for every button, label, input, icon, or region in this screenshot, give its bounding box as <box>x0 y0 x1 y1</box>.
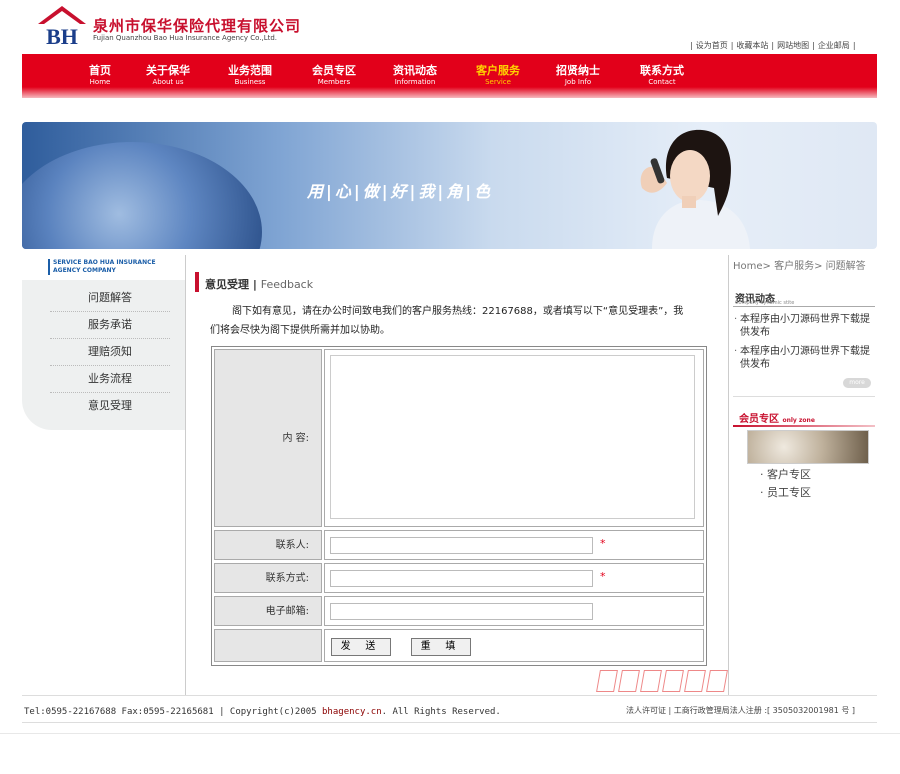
contact-field: * <box>324 530 704 560</box>
member-zone-image <box>747 430 869 464</box>
phone-row: 联系方式: * <box>212 563 706 593</box>
company-name-cn: 泉州市保华保险代理有限公司 <box>93 17 302 35</box>
email-input[interactable] <box>330 603 593 620</box>
contact-input[interactable] <box>330 537 593 554</box>
decorative-boxes <box>596 670 730 696</box>
column-divider-right <box>728 255 729 695</box>
section-title: 意见受理 | Feedback <box>205 278 314 291</box>
submit-button[interactable]: 发 送 <box>331 638 391 656</box>
company-name-en: Fujian Quanzhou Bao Hua Insurance Agency… <box>93 34 278 42</box>
content-field <box>324 349 704 527</box>
news-item[interactable]: 本程序由小刀源码世界下载提供发布 <box>734 345 872 371</box>
buttons-row: 发 送 重 填 <box>212 629 706 662</box>
nav-business[interactable]: 业务范围 Business <box>215 62 285 86</box>
phone-input[interactable] <box>330 570 593 587</box>
member-zone-divider <box>733 425 875 427</box>
news-divider <box>733 306 875 307</box>
buttons-label-cell <box>214 629 322 662</box>
content-textarea[interactable] <box>330 355 695 519</box>
staff-zone-link[interactable]: · 员工专区 <box>760 484 811 500</box>
nav-about[interactable]: 关于保华 About us <box>133 62 203 86</box>
hero-banner: 用|心|做|好|我|角|色 <box>22 122 877 249</box>
customer-service-woman-image <box>640 129 750 249</box>
customer-zone-link[interactable]: · 客户专区 <box>760 466 811 482</box>
nav-members[interactable]: 会员专区 Members <box>299 62 369 86</box>
main-nav: 首页 Home 关于保华 About us 业务范围 Business 会员专区 Mem… <box>22 54 877 98</box>
content-label: 内 容: <box>214 349 322 527</box>
nav-information[interactable]: 资讯动态 Information <box>380 62 450 86</box>
email-label: 电子邮箱: <box>214 596 322 626</box>
right-divider <box>733 396 875 397</box>
enterprise-mail-link[interactable]: 企业邮局 <box>815 41 853 50</box>
email-field <box>324 596 704 626</box>
nav-service[interactable]: 客户服务 Service <box>463 62 533 86</box>
content-row: 内 容: <box>212 349 706 527</box>
phone-label: 联系方式: <box>214 563 322 593</box>
contact-row: 联系人: * <box>212 530 706 560</box>
sidebar-item-feedback[interactable]: 意见受理 <box>50 397 170 419</box>
phone-field: * <box>324 563 704 593</box>
buttons-field: 发 送 重 填 <box>324 629 704 662</box>
required-mark: * <box>600 570 606 583</box>
section-marker <box>195 272 199 292</box>
breadcrumb: Home> 客户服务> 问题解答 <box>733 261 866 272</box>
reset-button[interactable]: 重 填 <box>411 638 471 656</box>
member-zone-title: 会员专区 only zone <box>739 414 815 425</box>
column-divider-left <box>185 255 186 695</box>
nav-jobs[interactable]: 招贤纳士 Job Info <box>543 62 613 86</box>
sitemap-link[interactable]: 网站地图 <box>774 41 812 50</box>
footer-divider <box>0 733 900 734</box>
footer-domain[interactable]: bhagency.cn <box>322 707 382 717</box>
footer-divider <box>22 722 877 723</box>
nav-home[interactable]: 首页 Home <box>65 62 135 86</box>
sidebar-item-process[interactable]: 业务流程 <box>50 370 170 393</box>
more-button[interactable]: more <box>843 378 871 388</box>
banner-slogan: 用|心|做|好|我|角|色 <box>307 182 494 201</box>
feedback-form: 内 容: 联系人: * 联系方式: * 电子邮箱: 发 送 重 填 <box>211 346 707 666</box>
contact-label: 联系人: <box>214 530 322 560</box>
company-logo[interactable]: BH <box>36 4 88 48</box>
footer-license: 法人许可证 | 工商行政管理局法人注册 :[ 3505032001981 号 ] <box>626 706 856 715</box>
news-item[interactable]: 本程序由小刀源码世界下载提供发布 <box>734 313 872 339</box>
sidebar-menu: 问题解答 服务承诺 理赔须知 业务流程 意见受理 <box>22 280 185 430</box>
footer-divider <box>22 695 877 696</box>
email-row: 电子邮箱: <box>212 596 706 626</box>
logo-text: BH <box>46 24 78 48</box>
feedback-intro: 阁下如有意见，请在办公时间致电我们的客户服务热线：22167688，或者填写以下… <box>210 306 684 336</box>
sidebar-item-claims[interactable]: 理赔须知 <box>50 343 170 366</box>
nav-contact[interactable]: 联系方式 Contact <box>627 62 697 86</box>
footer-contact: Tel:0595-22167688 Fax:0595-22165681 | Co… <box>24 707 501 717</box>
required-mark: * <box>600 537 606 550</box>
globe-image <box>22 142 262 249</box>
set-homepage-link[interactable]: 设为首页 <box>693 41 731 50</box>
top-links: | 设为首页 | 收藏本站 | 网站地图 | 企业邮局 | <box>690 41 856 50</box>
sidebar-item-commitment[interactable]: 服务承诺 <box>50 316 170 339</box>
bookmark-link[interactable]: 收藏本站 <box>733 41 771 50</box>
sidebar-title: SERVICE BAO HUA INSURANCE AGENCY COMPANY <box>48 259 156 275</box>
sidebar-item-faq[interactable]: 问题解答 <box>50 289 170 312</box>
